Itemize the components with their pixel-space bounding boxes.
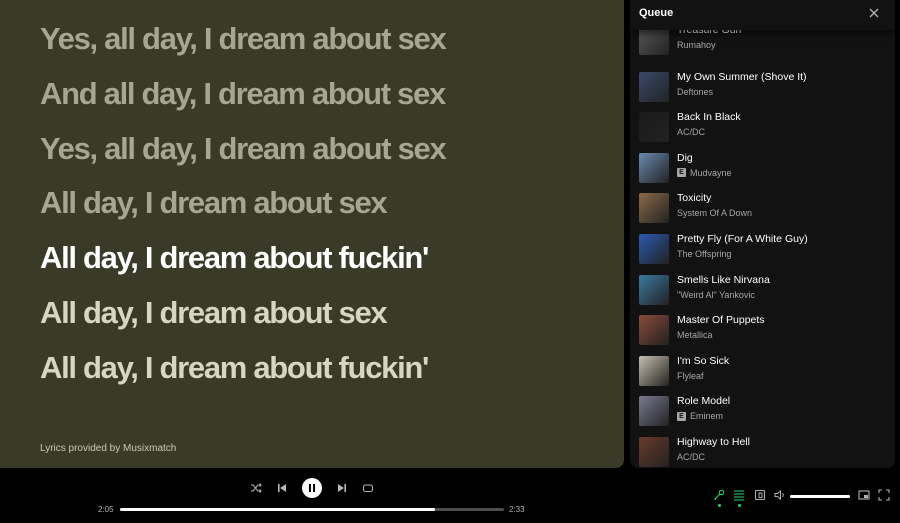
queue-artist-row: System Of A Down xyxy=(677,208,752,218)
explicit-badge: E xyxy=(677,411,686,421)
album-art xyxy=(639,71,669,102)
queue-item[interactable]: Smells Like Nirvana "Weird Al" Yankovic xyxy=(630,272,895,313)
next-icon[interactable] xyxy=(336,482,348,494)
queue-item[interactable]: Highway to Hell AC/DC xyxy=(630,434,895,468)
queue-artist[interactable]: AC/DC xyxy=(677,452,705,462)
album-art xyxy=(639,152,669,183)
queue-list: Treasure Gun Rumahoy My Own Summer (Shove … xyxy=(630,24,895,468)
album-art xyxy=(639,274,669,305)
queue-song-title[interactable]: Highway to Hell xyxy=(677,436,750,448)
album-art xyxy=(639,396,669,427)
volume-fill xyxy=(790,495,850,498)
lyrics-credit: Lyrics provided by Musixmatch xyxy=(40,443,177,454)
queue-artist-row: The Offspring xyxy=(677,249,731,259)
lyric-lines: Yes, all day, I dream about sex And all … xyxy=(40,12,447,396)
queue-item[interactable]: Treasure Gun Rumahoy xyxy=(630,24,895,69)
queue-active-dot xyxy=(738,504,741,507)
volume-icon[interactable] xyxy=(774,489,786,501)
queue-item[interactable]: Toxicity System Of A Down xyxy=(630,190,895,231)
album-art xyxy=(639,233,669,264)
queue-header: Queue xyxy=(630,0,895,30)
explicit-badge: E xyxy=(677,168,686,178)
queue-song-title[interactable]: I'm So Sick xyxy=(677,355,729,367)
queue-artist[interactable]: Deftones xyxy=(677,87,713,97)
queue-artist[interactable]: Metallica xyxy=(677,330,713,340)
total-time: 2:33 xyxy=(509,505,525,514)
lyric-line[interactable]: Yes, all day, I dream about sex xyxy=(40,122,447,177)
queue-panel: Queue Treasure Gun Rumahoy My Own Summer (… xyxy=(630,0,895,468)
queue-item[interactable]: Back In Black AC/DC xyxy=(630,109,895,150)
queue-artist-row: AC/DC xyxy=(677,452,705,462)
queue-artist-row: E Mudvayne xyxy=(677,168,732,178)
queue-artist[interactable]: Flyleaf xyxy=(677,371,704,381)
queue-song-title[interactable]: Toxicity xyxy=(677,192,711,204)
queue-artist-row: E Eminem xyxy=(677,411,723,421)
lyrics-panel: Yes, all day, I dream about sex And all … xyxy=(0,0,624,468)
queue-item[interactable]: Role Model E Eminem xyxy=(630,393,895,434)
pause-icon xyxy=(309,484,315,492)
album-art xyxy=(639,193,669,224)
queue-item[interactable]: Pretty Fly (For A White Guy) The Offsprin… xyxy=(630,231,895,272)
queue-artist-row: Deftones xyxy=(677,87,713,97)
queue-icon[interactable] xyxy=(733,489,745,501)
lyric-line[interactable]: Yes, all day, I dream about sex xyxy=(40,12,447,67)
queue-artist[interactable]: Eminem xyxy=(690,411,723,421)
album-art xyxy=(639,355,669,386)
queue-artist-row: Flyleaf xyxy=(677,371,704,381)
lyric-line[interactable]: All day, I dream about sex xyxy=(40,286,445,341)
queue-item[interactable]: Dig E Mudvayne xyxy=(630,150,895,191)
previous-icon[interactable] xyxy=(276,482,288,494)
miniplayer-icon[interactable] xyxy=(858,489,870,501)
queue-artist[interactable]: AC/DC xyxy=(677,127,705,137)
album-art xyxy=(639,112,669,143)
lyric-line[interactable]: And all day, I dream about sex xyxy=(40,67,446,122)
queue-song-title[interactable]: Dig xyxy=(677,152,693,164)
elapsed-time: 2:05 xyxy=(98,505,114,514)
pause-button[interactable] xyxy=(302,478,322,498)
lyrics-active-dot xyxy=(718,504,721,507)
queue-item[interactable]: My Own Summer (Shove It) Deftones xyxy=(630,69,895,110)
queue-artist[interactable]: System Of A Down xyxy=(677,208,752,218)
queue-song-title[interactable]: My Own Summer (Shove It) xyxy=(677,71,807,83)
queue-song-title[interactable]: Master Of Puppets xyxy=(677,314,765,326)
lyric-line[interactable]: All day, I dream about fuckin' xyxy=(40,341,445,396)
queue-artist[interactable]: "Weird Al" Yankovic xyxy=(677,290,755,300)
album-art xyxy=(639,315,669,346)
fullscreen-icon[interactable] xyxy=(878,489,890,501)
lyric-line-active[interactable]: All day, I dream about fuckin' xyxy=(40,231,445,286)
queue-song-title[interactable]: Pretty Fly (For A White Guy) xyxy=(677,233,808,245)
queue-song-title[interactable]: Role Model xyxy=(677,395,730,407)
player-bar: 2:05 2:33 xyxy=(0,468,900,523)
queue-artist-row: Metallica xyxy=(677,330,713,340)
shuffle-icon[interactable] xyxy=(250,482,262,494)
queue-artist-row: Rumahoy xyxy=(677,40,716,50)
queue-song-title[interactable]: Back In Black xyxy=(677,111,741,123)
repeat-icon[interactable] xyxy=(362,482,374,494)
album-art xyxy=(639,436,669,467)
queue-song-title[interactable]: Smells Like Nirvana xyxy=(677,274,770,286)
queue-artist[interactable]: Mudvayne xyxy=(690,168,732,178)
lyric-line[interactable]: All day, I dream about sex xyxy=(40,176,445,231)
progress-bar[interactable] xyxy=(120,508,504,511)
queue-item[interactable]: Master Of Puppets Metallica xyxy=(630,312,895,353)
queue-artist[interactable]: Rumahoy xyxy=(677,40,716,50)
queue-title: Queue xyxy=(639,7,674,19)
queue-artist-row: "Weird Al" Yankovic xyxy=(677,290,755,300)
queue-artist[interactable]: The Offspring xyxy=(677,249,731,259)
volume-slider[interactable] xyxy=(790,495,850,498)
connect-device-icon[interactable] xyxy=(754,489,766,501)
queue-item[interactable]: I'm So Sick Flyleaf xyxy=(630,353,895,394)
lyrics-icon[interactable] xyxy=(713,489,725,501)
close-icon[interactable] xyxy=(867,6,881,20)
progress-fill xyxy=(120,508,435,511)
queue-artist-row: AC/DC xyxy=(677,127,705,137)
